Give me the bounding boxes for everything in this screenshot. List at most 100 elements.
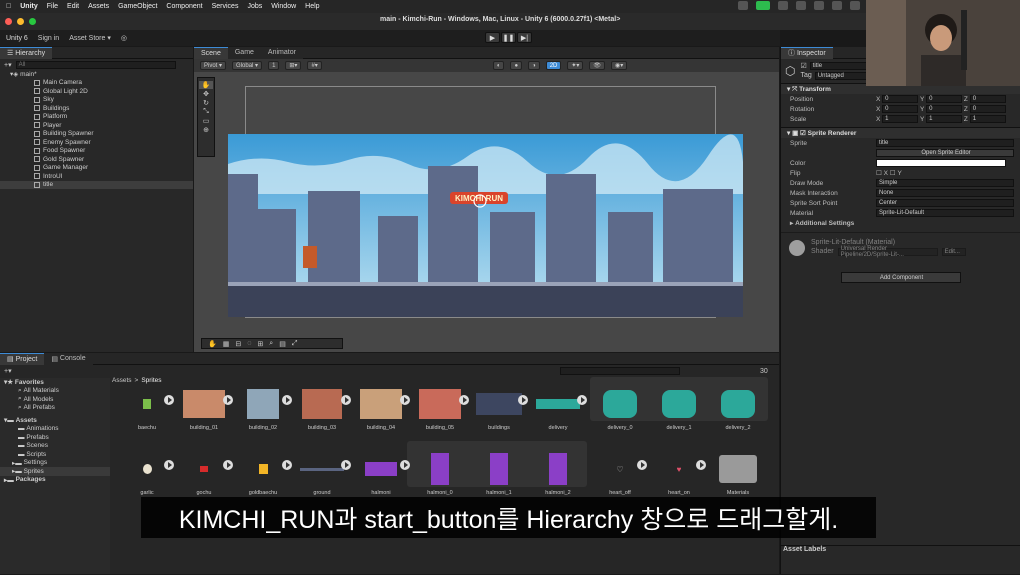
scale-tool-icon[interactable]: ⤡ bbox=[203, 108, 209, 116]
scale-y-field[interactable]: 1 bbox=[926, 115, 963, 123]
asset-item[interactable]: ground bbox=[297, 452, 347, 496]
hierarchy-item[interactable]: Main Camera bbox=[0, 79, 193, 88]
shader-edit-button[interactable]: Edit... bbox=[941, 248, 966, 256]
account-button[interactable]: Unity 6 bbox=[6, 35, 28, 42]
hierarchy-item-selected[interactable]: title bbox=[0, 180, 193, 189]
folder-item-selected[interactable]: ▸▬ Sprites bbox=[0, 467, 110, 476]
hierarchy-item[interactable]: Sky bbox=[0, 96, 193, 105]
position-y-field[interactable]: 0 bbox=[926, 95, 963, 103]
asset-labels-section[interactable]: Asset Labels bbox=[781, 545, 1020, 555]
tab-inspector[interactable]: ⓘ Inspector bbox=[781, 46, 833, 59]
menu-file[interactable]: File bbox=[47, 3, 58, 10]
flip-y-checkbox[interactable]: Y bbox=[897, 170, 901, 177]
sync-icon[interactable] bbox=[778, 1, 788, 10]
asset-item[interactable]: garlic bbox=[122, 452, 172, 496]
asset-item[interactable]: gochu bbox=[179, 452, 229, 496]
hierarchy-search-input[interactable]: All bbox=[15, 60, 176, 69]
expand-arrow-icon[interactable] bbox=[341, 460, 351, 470]
tab-console[interactable]: ▤ Console bbox=[44, 352, 93, 365]
position-x-field[interactable]: 0 bbox=[882, 95, 919, 103]
expand-arrow-icon[interactable] bbox=[518, 395, 528, 405]
hand-tool-icon[interactable]: ✋ bbox=[199, 81, 213, 89]
mode-2d-toggle[interactable]: 2D bbox=[545, 61, 562, 70]
wifi-icon[interactable] bbox=[832, 1, 842, 10]
expand-arrow-icon[interactable] bbox=[696, 460, 706, 470]
expand-arrow-icon[interactable] bbox=[164, 395, 174, 405]
favorites-node[interactable]: ▾★ Favorites bbox=[0, 378, 110, 387]
asset-item[interactable]: building_02 bbox=[238, 387, 288, 431]
gizmos-icon[interactable]: ◉▾ bbox=[611, 61, 628, 70]
sort-dropdown[interactable]: Center bbox=[876, 199, 1014, 207]
expand-arrow-icon[interactable] bbox=[459, 395, 469, 405]
add-component-button[interactable]: Add Component bbox=[840, 272, 961, 283]
menu-unity[interactable]: Unity bbox=[20, 3, 38, 10]
asset-store-button[interactable]: Asset Store ▾ bbox=[69, 34, 111, 42]
menu-gameobject[interactable]: GameObject bbox=[118, 3, 157, 10]
rotation-z-field[interactable]: 0 bbox=[969, 105, 1006, 113]
scene-root-row[interactable]: ▾◈ main* bbox=[0, 70, 193, 79]
rect-tool-icon[interactable]: ▭ bbox=[203, 117, 210, 125]
tab-project[interactable]: ▤ Project bbox=[0, 352, 45, 365]
project-search-input[interactable] bbox=[560, 367, 680, 375]
scale-z-field[interactable]: 1 bbox=[969, 115, 1006, 123]
expand-arrow-icon[interactable] bbox=[341, 395, 351, 405]
camera-status-icon[interactable] bbox=[756, 1, 770, 10]
apple-icon[interactable]:  bbox=[6, 3, 11, 10]
pivot-dropdown[interactable]: Pivot ▾ bbox=[200, 61, 227, 70]
grid-toggle-icon[interactable]: ▦ bbox=[223, 340, 230, 348]
screen-icon[interactable] bbox=[738, 1, 748, 10]
packages-node[interactable]: ▸▬ Packages bbox=[0, 476, 110, 485]
folder-item[interactable]: ▬ Scenes bbox=[0, 442, 110, 451]
rotate-tool-icon[interactable]: ↻ bbox=[203, 99, 209, 107]
menu-edit[interactable]: Edit bbox=[67, 3, 79, 10]
hierarchy-item[interactable]: Enemy Spawner bbox=[0, 138, 193, 147]
asset-item[interactable]: delivery bbox=[533, 387, 583, 431]
asset-item[interactable]: building_03 bbox=[297, 387, 347, 431]
expand-arrow-icon[interactable] bbox=[164, 460, 174, 470]
grid-step-field[interactable]: 1 bbox=[268, 61, 280, 70]
asset-item[interactable]: baechu bbox=[122, 387, 172, 431]
hierarchy-item[interactable]: Food Spawner bbox=[0, 147, 193, 156]
hierarchy-item[interactable]: Gold Spawner bbox=[0, 155, 193, 164]
layers-icon[interactable]: ▤ bbox=[279, 340, 286, 348]
menu-assets[interactable]: Assets bbox=[88, 3, 109, 10]
add-icon[interactable]: +▾ bbox=[4, 61, 12, 69]
zoom-icon[interactable]: ⌕ bbox=[269, 340, 273, 348]
fav-item[interactable]: ⌕ All Prefabs bbox=[0, 404, 110, 413]
menu-component[interactable]: Component bbox=[166, 3, 202, 10]
stop-icon[interactable] bbox=[796, 1, 806, 10]
asset-item[interactable]: building_01 bbox=[179, 387, 229, 431]
position-z-field[interactable]: 0 bbox=[969, 95, 1006, 103]
hierarchy-item[interactable]: Global Light 2D bbox=[0, 87, 193, 96]
asset-item[interactable]: halmoni bbox=[356, 452, 406, 496]
step-button[interactable]: ▶| bbox=[517, 32, 532, 43]
snap-toggle-icon[interactable]: ⊟ bbox=[235, 340, 241, 348]
draw-mode-dropdown[interactable]: Simple bbox=[876, 179, 1014, 187]
tile-icon[interactable]: ⊞ bbox=[257, 340, 263, 348]
fav-item[interactable]: ⌕ All Models bbox=[0, 395, 110, 404]
hand-icon[interactable]: ✋ bbox=[208, 340, 217, 348]
asset-item[interactable]: building_04 bbox=[356, 387, 406, 431]
menu-jobs[interactable]: Jobs bbox=[247, 3, 262, 10]
expand-arrow-icon[interactable] bbox=[637, 460, 647, 470]
minimize-window-button[interactable] bbox=[17, 18, 24, 25]
close-window-button[interactable] bbox=[5, 18, 12, 25]
asset-item[interactable]: halmoni_2 bbox=[533, 452, 583, 496]
global-dropdown[interactable]: Global ▾ bbox=[232, 61, 263, 70]
hierarchy-item[interactable]: IntroUI bbox=[0, 172, 193, 181]
maximize-window-button[interactable] bbox=[29, 18, 36, 25]
sprite-field[interactable]: title bbox=[876, 139, 1014, 147]
folder-item[interactable]: ▬ Animations bbox=[0, 425, 110, 434]
menu-window[interactable]: Window bbox=[271, 3, 296, 10]
cloud-icon[interactable]: ◎ bbox=[121, 34, 127, 42]
tab-game[interactable]: Game bbox=[227, 46, 261, 59]
menu-services[interactable]: Services bbox=[212, 3, 239, 10]
asset-item[interactable]: delivery_1 bbox=[654, 387, 704, 431]
active-checkbox[interactable]: ☑ bbox=[800, 62, 806, 70]
move-tool-icon[interactable]: ✥ bbox=[203, 90, 209, 98]
asset-item[interactable]: delivery_2 bbox=[713, 387, 763, 431]
asset-item[interactable]: ♡ heart_off bbox=[595, 452, 645, 497]
material-field[interactable]: Sprite-Lit-Default bbox=[876, 209, 1014, 217]
fullscreen-icon[interactable]: ⤢ bbox=[292, 340, 298, 348]
orbit-icon[interactable]: ◌ bbox=[247, 340, 251, 347]
